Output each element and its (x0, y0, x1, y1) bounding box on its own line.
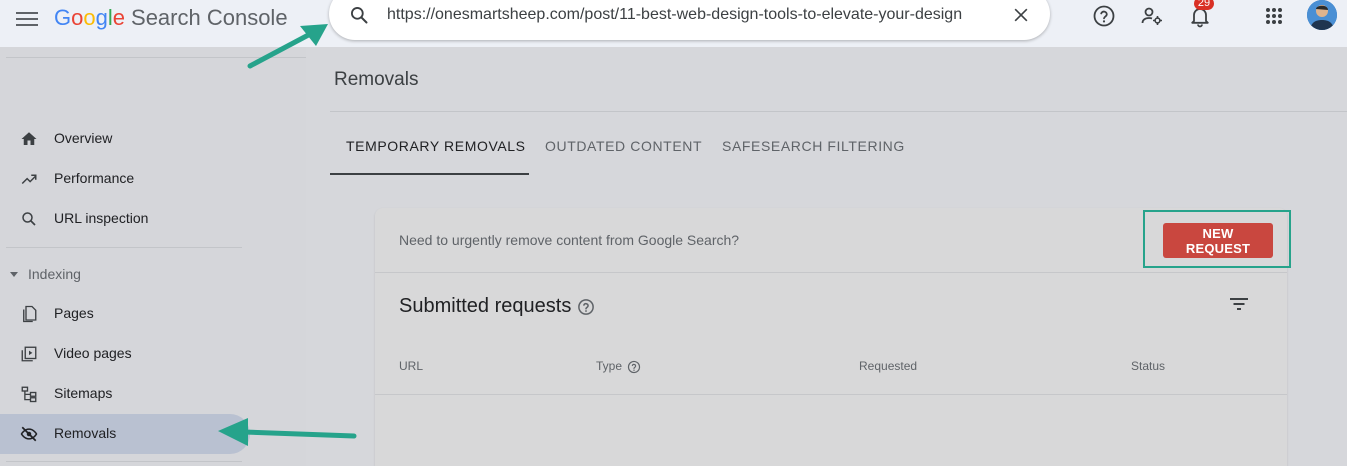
home-icon (21, 132, 37, 145)
search-icon[interactable] (349, 5, 369, 25)
filter-icon[interactable] (1227, 292, 1251, 316)
eye-off-icon (20, 426, 38, 442)
title-divider (330, 111, 1347, 112)
notification-badge: 29 (1194, 0, 1214, 10)
annotation-arrow-removals (218, 418, 357, 446)
removals-card: Need to urgently remove content from Goo… (375, 208, 1291, 466)
submitted-requests-title: Submitted requests (399, 295, 595, 318)
sidebar-item-pages[interactable]: Pages (0, 294, 242, 334)
tab-safesearch-filtering[interactable]: SAFESEARCH FILTERING (722, 138, 905, 154)
urgent-removal-message: Need to urgently remove content from Goo… (399, 232, 740, 248)
sidebar-divider (6, 247, 242, 248)
column-header-url[interactable]: URL (399, 359, 423, 373)
new-request-button[interactable]: NEW REQUEST (1163, 223, 1273, 258)
trending-icon (21, 174, 37, 185)
help-icon[interactable] (577, 298, 595, 316)
search-icon (22, 212, 36, 226)
tab-temporary-removals[interactable]: TEMPORARY REMOVALS (346, 138, 526, 154)
sidebar-divider (6, 461, 242, 462)
page-title: Removals (334, 69, 419, 90)
card-header: Need to urgently remove content from Goo… (375, 208, 1291, 273)
sidebar-item-url-inspection[interactable]: URL inspection (0, 199, 242, 239)
menu-icon[interactable] (16, 9, 38, 27)
main-content: Removals TEMPORARY REMOVALS OUTDATED CON… (306, 47, 1347, 466)
help-icon[interactable] (1092, 4, 1116, 28)
sidebar-section-indexing[interactable]: Indexing (10, 266, 81, 282)
search-input[interactable]: https://onesmartsheep.com/post/11-best-w… (387, 3, 987, 27)
tab-outdated-content[interactable]: OUTDATED CONTENT (545, 138, 702, 154)
avatar[interactable] (1307, 0, 1337, 30)
top-app-bar: Google Search Console https://onesmartshe… (0, 0, 1347, 47)
sidebar-item-video-pages[interactable]: Video pages (0, 334, 242, 374)
close-icon[interactable] (1011, 5, 1031, 25)
sidebar-item-removals[interactable]: Removals (0, 414, 250, 454)
video-icon (21, 346, 37, 362)
sitemap-icon (21, 386, 37, 403)
user-avatar-icon (1307, 0, 1337, 30)
sidebar-item-performance[interactable]: Performance (0, 159, 242, 199)
caret-down-icon (10, 271, 18, 277)
sidebar-item-sitemaps[interactable]: Sitemaps (0, 374, 242, 414)
active-tab-indicator (330, 173, 529, 175)
apps-icon[interactable] (1262, 4, 1286, 28)
sidebar: Overview Performance URL inspection Inde… (0, 47, 306, 466)
sidebar-item-overview[interactable]: Overview (0, 119, 242, 159)
column-header-requested[interactable]: Requested (859, 359, 917, 373)
column-header-type[interactable]: Type (596, 359, 641, 374)
table-header-divider (375, 394, 1287, 395)
url-inspection-search-bar[interactable]: https://onesmartsheep.com/post/11-best-w… (329, 0, 1050, 40)
help-icon[interactable] (627, 360, 641, 374)
manage-users-icon[interactable] (1140, 4, 1164, 28)
pages-icon (23, 305, 37, 323)
annotation-arrow-searchbar (247, 24, 328, 69)
column-header-status[interactable]: Status (1131, 359, 1165, 373)
